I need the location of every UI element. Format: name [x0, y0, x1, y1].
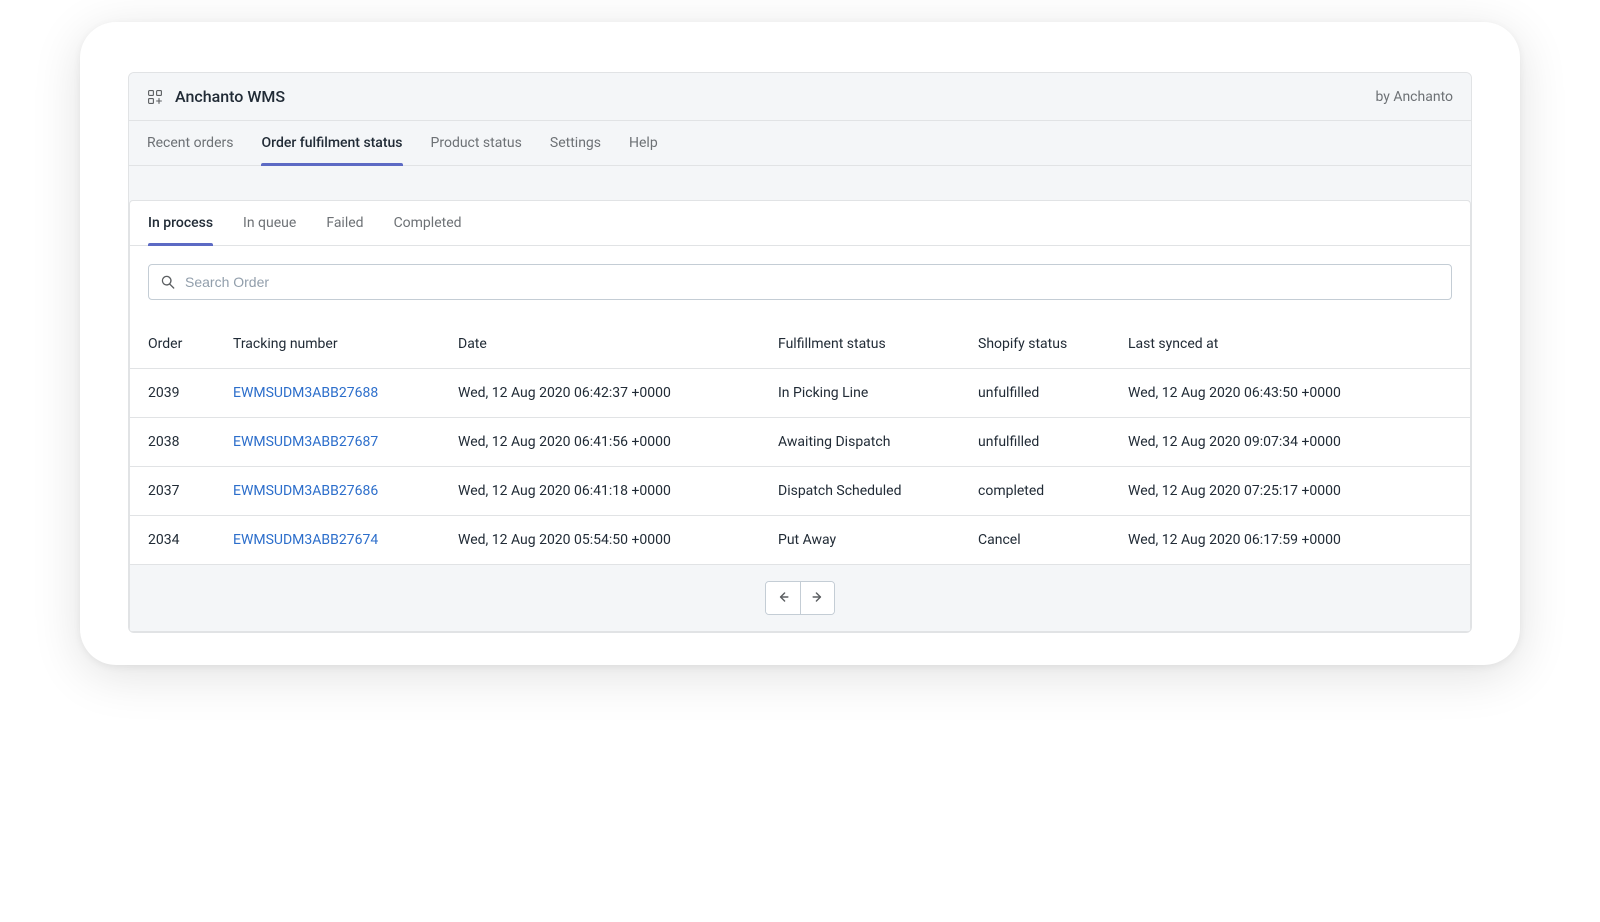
col-fulfillment-status: Fulfillment status [760, 320, 960, 369]
cell-fulfillment: Dispatch Scheduled [760, 467, 960, 516]
tab-settings[interactable]: Settings [550, 121, 601, 165]
sub-tabs: In process In queue Failed Completed [130, 201, 1470, 246]
prev-page-button[interactable] [766, 582, 800, 614]
cell-fulfillment: In Picking Line [760, 369, 960, 418]
tracking-link[interactable]: EWMSUDM3ABB27688 [233, 385, 378, 401]
cell-date: Wed, 12 Aug 2020 06:41:18 +0000 [440, 467, 760, 516]
tab-help[interactable]: Help [629, 121, 658, 165]
status-card: In process In queue Failed Completed [129, 200, 1471, 632]
tracking-link[interactable]: EWMSUDM3ABB27686 [233, 483, 378, 499]
app-header: Anchanto WMS by Anchanto [129, 73, 1471, 120]
cell-synced: Wed, 12 Aug 2020 06:17:59 +0000 [1110, 516, 1470, 565]
subtab-completed[interactable]: Completed [394, 201, 462, 245]
table-header-row: Order Tracking number Date Fulfillment s… [130, 320, 1470, 369]
cell-shopify: unfulfilled [960, 418, 1110, 467]
search-input[interactable] [185, 274, 1441, 290]
table-row: 2038 EWMSUDM3ABB27687 Wed, 12 Aug 2020 0… [130, 418, 1470, 467]
cell-order: 2038 [130, 418, 215, 467]
cell-order: 2039 [130, 369, 215, 418]
tab-order-fulfilment-status[interactable]: Order fulfilment status [261, 121, 402, 165]
arrow-right-icon [810, 589, 826, 608]
cell-shopify: completed [960, 467, 1110, 516]
table-row: 2037 EWMSUDM3ABB27686 Wed, 12 Aug 2020 0… [130, 467, 1470, 516]
app-frame: Anchanto WMS by Anchanto Recent orders O… [128, 72, 1472, 633]
table-row: 2034 EWMSUDM3ABB27674 Wed, 12 Aug 2020 0… [130, 516, 1470, 565]
tab-product-status[interactable]: Product status [431, 121, 522, 165]
app-icon [147, 89, 163, 105]
cell-fulfillment: Awaiting Dispatch [760, 418, 960, 467]
subtab-failed[interactable]: Failed [326, 201, 363, 245]
col-shopify-status: Shopify status [960, 320, 1110, 369]
tracking-link[interactable]: EWMSUDM3ABB27674 [233, 532, 378, 548]
cell-order: 2034 [130, 516, 215, 565]
next-page-button[interactable] [800, 582, 834, 614]
content-area: In process In queue Failed Completed [129, 166, 1471, 632]
cell-date: Wed, 12 Aug 2020 06:42:37 +0000 [440, 369, 760, 418]
app-byline: by Anchanto [1375, 89, 1453, 105]
arrow-left-icon [775, 589, 791, 608]
primary-tabs: Recent orders Order fulfilment status Pr… [129, 120, 1471, 166]
col-order: Order [130, 320, 215, 369]
pager [765, 581, 835, 615]
cell-date: Wed, 12 Aug 2020 05:54:50 +0000 [440, 516, 760, 565]
cell-synced: Wed, 12 Aug 2020 06:43:50 +0000 [1110, 369, 1470, 418]
search-wrap [130, 246, 1470, 306]
orders-table: Order Tracking number Date Fulfillment s… [130, 320, 1470, 564]
cell-synced: Wed, 12 Aug 2020 09:07:34 +0000 [1110, 418, 1470, 467]
app-header-left: Anchanto WMS [147, 87, 285, 106]
col-tracking-number: Tracking number [215, 320, 440, 369]
cell-fulfillment: Put Away [760, 516, 960, 565]
subtab-in-queue[interactable]: In queue [243, 201, 296, 245]
tab-recent-orders[interactable]: Recent orders [147, 121, 233, 165]
app-window: Anchanto WMS by Anchanto Recent orders O… [80, 22, 1520, 665]
table-row: 2039 EWMSUDM3ABB27688 Wed, 12 Aug 2020 0… [130, 369, 1470, 418]
cell-shopify: Cancel [960, 516, 1110, 565]
col-date: Date [440, 320, 760, 369]
cell-date: Wed, 12 Aug 2020 06:41:56 +0000 [440, 418, 760, 467]
col-last-synced: Last synced at [1110, 320, 1470, 369]
cell-order: 2037 [130, 467, 215, 516]
subtab-in-process[interactable]: In process [148, 201, 213, 245]
pagination [130, 564, 1470, 631]
cell-shopify: unfulfilled [960, 369, 1110, 418]
search-icon [159, 273, 177, 291]
search-box[interactable] [148, 264, 1452, 300]
app-title: Anchanto WMS [175, 87, 285, 106]
cell-synced: Wed, 12 Aug 2020 07:25:17 +0000 [1110, 467, 1470, 516]
tracking-link[interactable]: EWMSUDM3ABB27687 [233, 434, 378, 450]
